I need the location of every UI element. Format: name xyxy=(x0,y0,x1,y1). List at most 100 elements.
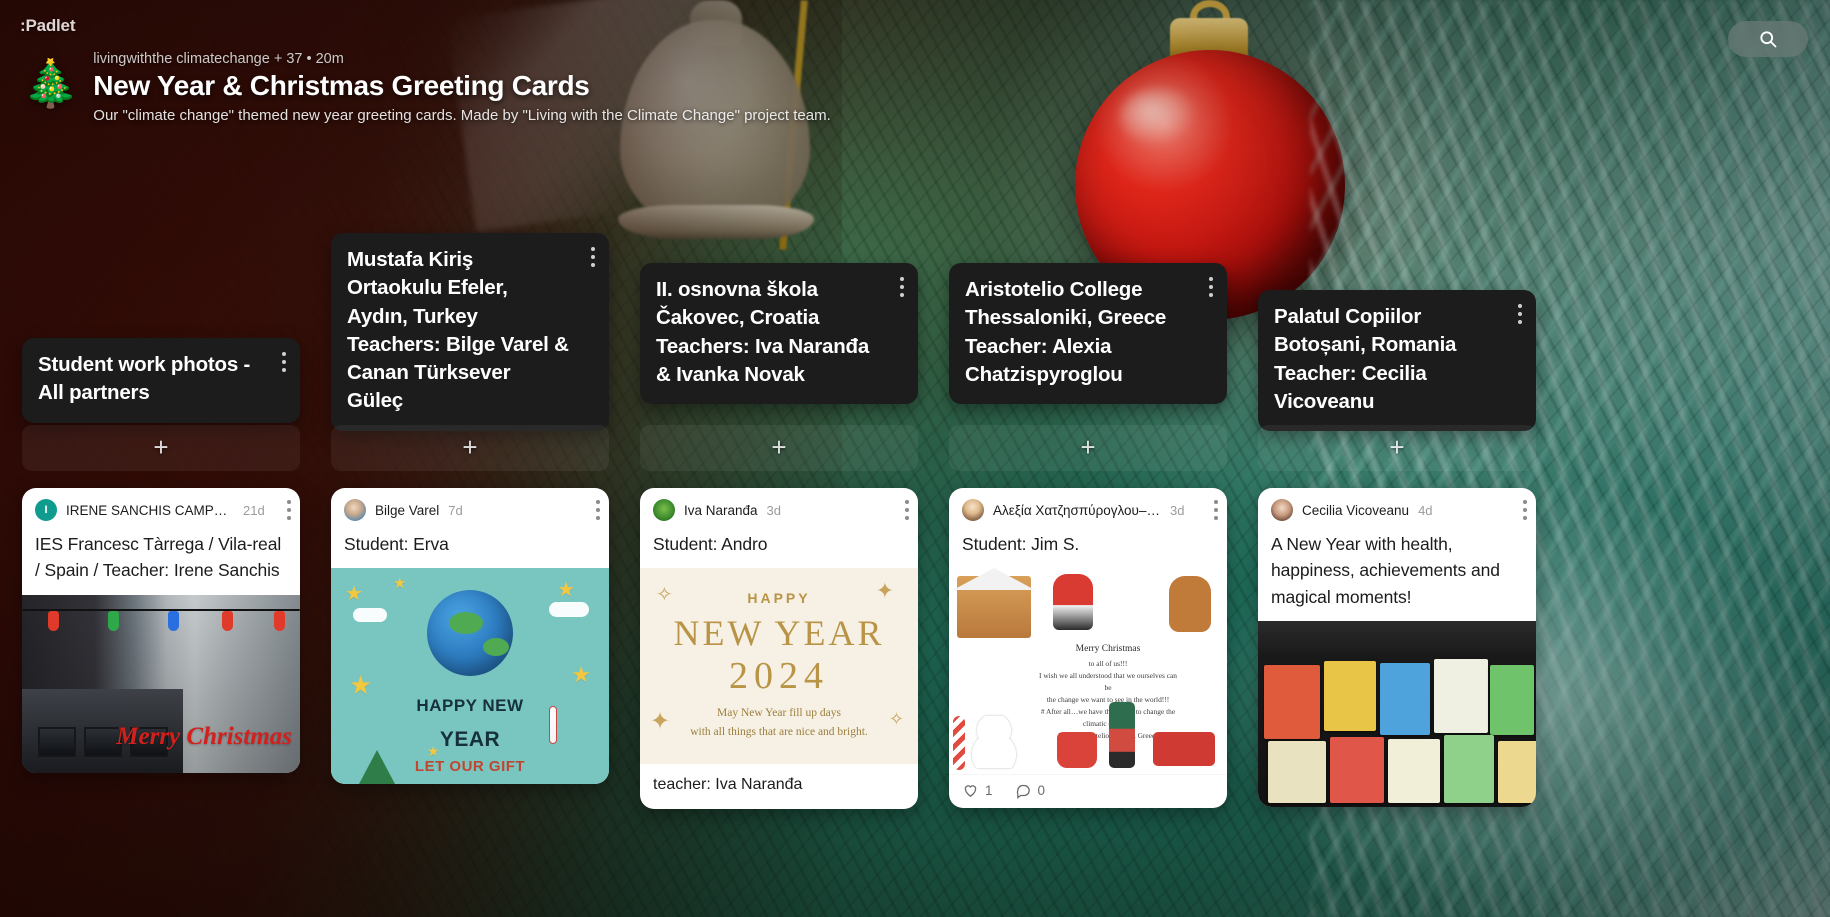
post-card[interactable]: Αλεξία Χατζησπύρογλου–Σ… 3d Student: Jim… xyxy=(949,488,1227,809)
board-description: Our "climate change" themed new year gre… xyxy=(93,107,831,125)
post-timestamp: 21d xyxy=(243,502,265,518)
post-header: Iva Naranđa 3d xyxy=(640,488,918,527)
media-line-3: 2024 xyxy=(729,655,829,698)
post-author: Αλεξία Χατζησπύρογλου–Σ… xyxy=(993,502,1161,518)
avatar[interactable] xyxy=(344,499,366,521)
post-card[interactable]: Cecilia Vicoveanu 4d A New Year with hea… xyxy=(1258,488,1536,807)
post-media-new-year-2024-card[interactable]: ✧ ✦ ✦ ✧ HAPPY NEW YEAR 2024 May New Year… xyxy=(640,568,918,765)
plus-icon: + xyxy=(462,431,478,462)
add-post-button[interactable]: + xyxy=(1258,425,1536,471)
column-title: Student work photos - All partners xyxy=(38,353,251,405)
column-student-work: Student work photos - All partners + I I… xyxy=(22,225,331,917)
kebab-menu-icon[interactable] xyxy=(282,352,286,376)
media-text: Merry Christmas xyxy=(116,722,292,750)
padlet-board-app: :Padlet 🎄 livingwiththe climatechange + … xyxy=(0,0,1830,917)
media-line-1: to all of us!!! xyxy=(1088,659,1128,669)
post-actions: 1 0 xyxy=(949,774,1227,808)
like-count: 1 xyxy=(985,783,993,799)
kebab-menu-icon[interactable] xyxy=(591,247,595,271)
post-media-earth-new-year-card[interactable]: ★ ★ ★ ★ ★ ★ HAPPY NEW YEAR LET OUR GIFT xyxy=(331,568,609,785)
christmas-tree-icon: 🎄 xyxy=(22,57,80,109)
column-palatul-copiilor: Palatul Copiilor Botoșani, Romania Teach… xyxy=(1258,225,1567,917)
column-header[interactable]: Palatul Copiilor Botoșani, Romania Teach… xyxy=(1258,290,1536,432)
column-title: Palatul Copiilor Botoșani, Romania Teach… xyxy=(1274,305,1457,413)
post-header: Αλεξία Χατζησπύρογλου–Σ… 3d xyxy=(949,488,1227,527)
post-timestamp: 7d xyxy=(448,502,463,518)
search-icon xyxy=(1760,31,1777,48)
media-message: Merry Christmas to all of us!!! I wish w… xyxy=(1035,642,1181,741)
post-card[interactable]: Bilge Varel 7d Student: Erva ★ ★ ★ ★ ★ ★… xyxy=(331,488,609,785)
kebab-menu-icon[interactable] xyxy=(900,277,904,301)
column-header[interactable]: Mustafa Kiriş Ortaokulu Efeler, Aydın, T… xyxy=(331,233,609,431)
comment-count: 0 xyxy=(1037,783,1046,799)
post-author: IRENE SANCHIS CAMPRE… xyxy=(66,502,234,518)
column-header[interactable]: II. osnovna škola Čakovec, Croatia Teach… xyxy=(640,263,918,405)
column-title: II. osnovna škola Čakovec, Croatia Teach… xyxy=(656,278,870,386)
avatar[interactable] xyxy=(653,499,675,521)
column-mustafa-kiris: Mustafa Kiriş Ortaokulu Efeler, Aydın, T… xyxy=(331,225,640,917)
post-author: Cecilia Vicoveanu xyxy=(1302,502,1410,518)
board-columns: Student work photos - All partners + I I… xyxy=(0,225,1830,917)
post-body: IES Francesc Tàrrega / Vila-real / Spain… xyxy=(35,534,282,581)
heart-icon xyxy=(964,785,977,798)
page-title: New Year & Christmas Greeting Cards xyxy=(93,70,590,101)
add-post-button[interactable]: + xyxy=(640,425,918,471)
media-line-1: HAPPY xyxy=(747,590,811,607)
media-title: Merry Christmas xyxy=(1075,644,1141,655)
post-body: Student: Jim S. xyxy=(962,534,1080,554)
post-menu-icon[interactable] xyxy=(1523,500,1527,524)
post-body: Student: Erva xyxy=(344,534,449,554)
like-button[interactable]: 1 xyxy=(962,782,993,799)
column-aristotelio-college: Aristotelio College Thessaloniki, Greece… xyxy=(949,225,1258,917)
post-media-christmas-greeting-card[interactable]: Merry Christmas to all of us!!! I wish w… xyxy=(949,568,1227,775)
kebab-menu-icon[interactable] xyxy=(1518,304,1522,328)
post-card[interactable]: I IRENE SANCHIS CAMPRE… 21d IES Francesc… xyxy=(22,488,300,773)
post-menu-icon[interactable] xyxy=(905,500,909,524)
post-menu-icon[interactable] xyxy=(287,500,291,524)
post-header: Cecilia Vicoveanu 4d xyxy=(1258,488,1536,527)
media-line-2: YEAR xyxy=(439,728,501,752)
post-menu-icon[interactable] xyxy=(1214,500,1218,524)
media-line-2: I wish we all understood that we ourselv… xyxy=(1039,671,1177,693)
column-title: Aristotelio College Thessaloniki, Greece… xyxy=(965,278,1167,386)
board-meta: livingwiththe climatechange + 37 • 20m xyxy=(93,51,344,67)
padlet-logo[interactable]: :Padlet xyxy=(20,16,75,36)
media-line-4: May New Year fill up days xyxy=(717,707,841,720)
post-menu-icon[interactable] xyxy=(596,500,600,524)
media-line-5: with all things that are nice and bright… xyxy=(690,725,868,738)
post-timestamp: 4d xyxy=(1418,502,1433,518)
plus-icon: + xyxy=(1389,431,1405,462)
plus-icon: + xyxy=(153,431,169,462)
media-line-4: # After all…we have the power to change … xyxy=(1040,706,1176,716)
add-post-button[interactable]: + xyxy=(949,425,1227,471)
add-post-button[interactable]: + xyxy=(331,425,609,471)
media-line-2: NEW YEAR xyxy=(673,613,885,654)
avatar[interactable] xyxy=(962,499,984,521)
board-header-text: livingwiththe climatechange + 37 • 20m N… xyxy=(93,48,831,124)
avatar[interactable]: I xyxy=(35,499,57,521)
plus-icon: + xyxy=(771,431,787,462)
media-line-3: the change we want to see in the world!!… xyxy=(1046,694,1170,704)
comment-button[interactable]: 0 xyxy=(1015,782,1046,800)
add-post-button[interactable]: + xyxy=(22,425,300,471)
avatar[interactable] xyxy=(1271,499,1293,521)
post-header: I IRENE SANCHIS CAMPRE… 21d xyxy=(22,488,300,527)
column-header[interactable]: Aristotelio College Thessaloniki, Greece… xyxy=(949,263,1227,405)
column-header[interactable]: Student work photos - All partners xyxy=(22,338,300,423)
post-media-classroom-photo[interactable]: Merry Christmas xyxy=(22,594,300,773)
plus-icon: + xyxy=(1080,431,1096,462)
post-media-handmade-cards-photo[interactable] xyxy=(1258,620,1536,807)
post-header: Bilge Varel 7d xyxy=(331,488,609,527)
post-caption: teacher: Iva Naranđa xyxy=(653,776,803,794)
post-body: Student: Andro xyxy=(653,534,768,554)
board-header: 🎄 livingwiththe climatechange + 37 • 20m… xyxy=(22,48,831,124)
column-ii-osnovna-skola: II. osnovna škola Čakovec, Croatia Teach… xyxy=(640,225,949,917)
search-button[interactable] xyxy=(1728,21,1808,57)
kebab-menu-icon[interactable] xyxy=(1209,277,1213,301)
column-title: Mustafa Kiriş Ortaokulu Efeler, Aydın, T… xyxy=(347,248,569,413)
media-line-1: HAPPY NEW xyxy=(416,696,524,716)
post-author: Bilge Varel xyxy=(375,502,440,518)
post-timestamp: 3d xyxy=(1170,502,1185,518)
post-author: Iva Naranđa xyxy=(684,502,758,518)
post-card[interactable]: Iva Naranđa 3d Student: Andro ✧ ✦ ✦ ✧ HA… xyxy=(640,488,918,809)
